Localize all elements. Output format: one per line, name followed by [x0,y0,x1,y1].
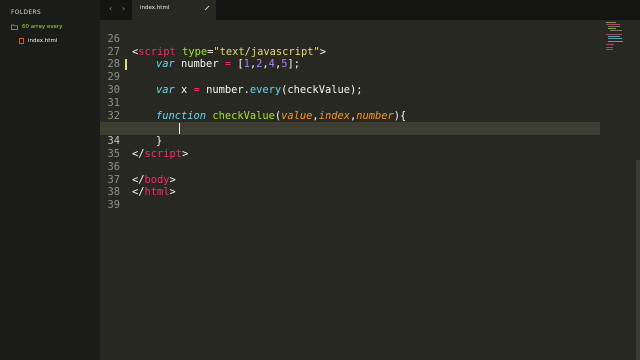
tab-bar: ‹ › index.html [100,0,640,20]
code-text: function checkValue(value,index,number){ [156,109,407,122]
text-cursor [179,123,180,135]
code-line: 36 </script> [100,148,600,173]
current-code-line: 34 [100,122,600,147]
code-line: 28 <script type="text/javascript"> [100,45,600,71]
code-text: var x = number.every(checkValue); [156,84,363,96]
code-text: </html> [132,186,176,199]
folder-icon [11,24,18,30]
modified-line-marker [125,59,127,71]
code-text: </script> [132,148,189,160]
sidebar: FOLDERS 60 array every index.html [0,0,100,360]
file-icon [19,38,24,44]
code-line: 29 var number = [1,2,4,5]; [100,58,600,83]
scrollbar[interactable] [636,160,640,360]
pencil-icon[interactable] [204,5,210,11]
chevron-right-icon[interactable]: › [122,4,125,13]
code-text: var number = [1,2,4,5]; [156,58,300,71]
code-line: 38 </body> [100,173,600,199]
file-label: index.html [28,38,58,44]
tab-index-html[interactable]: index.html [132,0,216,20]
file-item[interactable]: index.html [19,36,57,46]
folder-label: 60 array every [22,24,63,30]
code-line: 33 function checkValue(value,index,numbe… [100,109,600,135]
code-line: 30 [100,71,600,96]
tab-label: index.html [140,5,170,11]
code-line: 35 } [100,135,600,160]
code-line: 39 </html> [100,186,600,211]
code-editor[interactable]: 26 27 28 <script type="text/javascript">… [100,20,640,360]
folder-item[interactable]: 60 array every [11,22,62,32]
sidebar-header: FOLDERS [11,9,42,16]
code-line: 27 [100,33,600,58]
code-line: 37 [100,161,600,186]
code-text: </body> [132,173,176,186]
line-number: 39 [107,199,120,212]
code-line: 32 [100,97,600,122]
code-line: 26 [100,20,600,45]
code-text: } [156,135,163,148]
code-text: <script type="text/javascript"> [132,45,326,58]
chevron-left-icon[interactable]: ‹ [109,4,112,13]
code-line: 31 var x = number.every(checkValue); [100,84,600,109]
minimap[interactable] [606,20,626,80]
